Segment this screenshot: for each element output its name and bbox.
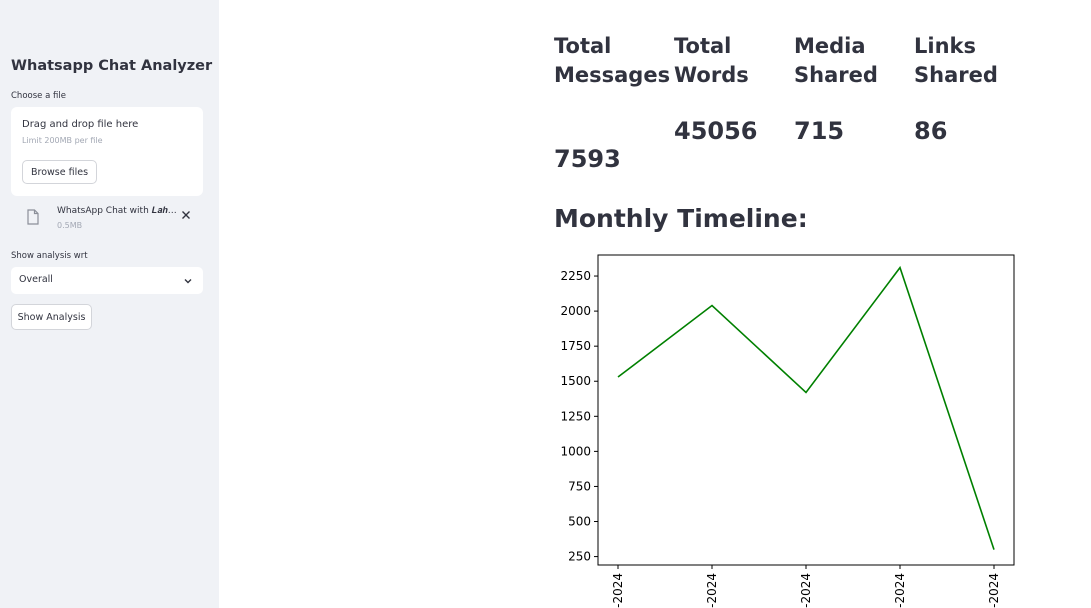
analysis-select[interactable]: Overall xyxy=(11,267,203,294)
stat-value-links-shared: 86 xyxy=(914,117,948,145)
analysis-select-label: Show analysis wrt xyxy=(11,251,88,261)
stat-label-media-shared: Media Shared xyxy=(794,34,878,87)
x-tick-label: -2024 xyxy=(893,573,907,608)
y-tick-label: 500 xyxy=(568,515,591,529)
y-tick-label: 1250 xyxy=(560,409,591,423)
show-analysis-button[interactable]: Show Analysis xyxy=(11,304,92,330)
file-icon xyxy=(27,209,39,225)
chevron-down-icon xyxy=(184,279,192,284)
plot-area xyxy=(597,254,1015,566)
browse-files-button[interactable]: Browse files xyxy=(22,160,98,184)
y-tick-label: 750 xyxy=(568,479,591,493)
x-tick-label: -2024 xyxy=(987,573,1001,608)
y-tick-label: 2250 xyxy=(560,269,591,283)
stat-value-total-words: 45056 xyxy=(674,117,758,145)
monthly-timeline-chart: 250500750100012501500175020002250 -2024-… xyxy=(560,254,1015,608)
x-tick-label: -2024 xyxy=(799,573,813,608)
stat-value-media-shared: 715 xyxy=(794,117,845,145)
dropzone-instructions: Drag and drop file here xyxy=(22,119,139,130)
uploaded-file-row: WhatsApp Chat with 𝑳𝒂𝒉… 0.5MB xyxy=(11,203,203,233)
stat-label-total-words: Total Words xyxy=(674,34,749,87)
file-uploader-label: Choose a file xyxy=(11,91,66,101)
analysis-select-value: Overall xyxy=(19,274,53,285)
uploaded-file-size: 0.5MB xyxy=(57,221,83,230)
close-icon[interactable] xyxy=(179,208,193,222)
x-tick-label: -2024 xyxy=(705,573,719,608)
sidebar: Whatsapp Chat Analyzer Choose a file Dra… xyxy=(0,0,219,608)
uploaded-file-name: WhatsApp Chat with 𝑳𝒂𝒉… xyxy=(57,206,177,216)
stat-label-links-shared: Links Shared xyxy=(914,34,998,87)
x-tick-label: -2024 xyxy=(611,573,625,608)
monthly-timeline-title: Monthly Timeline: xyxy=(554,204,808,233)
y-tick-label: 1750 xyxy=(560,339,591,353)
stat-value-total-messages: 7593 xyxy=(554,145,621,173)
y-tick-label: 1000 xyxy=(560,444,591,458)
y-tick-label: 1500 xyxy=(560,374,591,388)
y-tick-label: 2000 xyxy=(560,304,591,318)
y-axis: 250 500 750 1000 1250 1500 1750 2000 2250 xyxy=(560,269,598,564)
app-title: Whatsapp Chat Analyzer xyxy=(11,58,213,74)
dropzone-limit: Limit 200MB per file xyxy=(22,136,103,145)
x-axis: -2024 -2024 -2024 -2024 -2024 xyxy=(611,565,1001,608)
y-tick-label: 250 xyxy=(568,550,591,564)
stat-label-total-messages: Total Messages xyxy=(554,34,671,87)
file-dropzone[interactable]: Drag and drop file here Limit 200MB per … xyxy=(11,107,203,196)
